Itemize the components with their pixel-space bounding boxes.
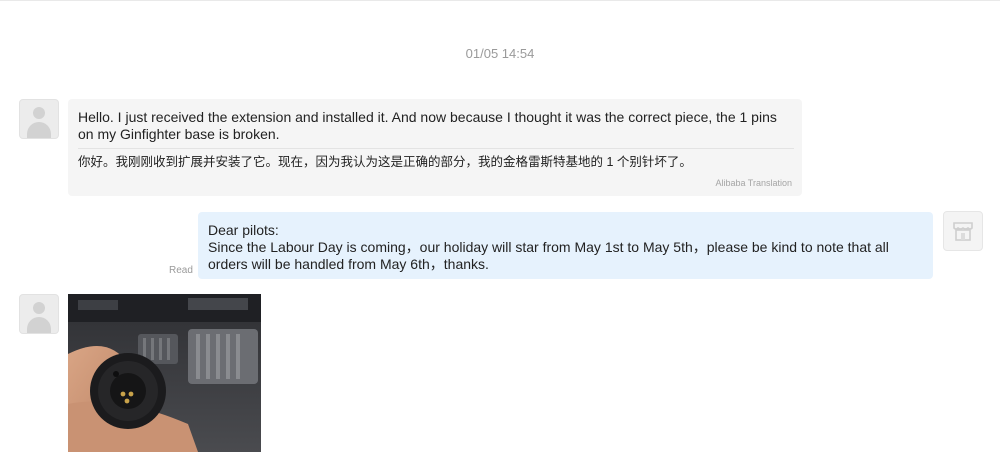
top-divider	[0, 0, 1000, 1]
image-message[interactable]	[68, 294, 261, 452]
outgoing-message-bubble[interactable]: Dear pilots: Since the Labour Day is com…	[198, 212, 933, 279]
message-text: Hello. I just received the extension and…	[78, 109, 777, 142]
translation-divider	[78, 148, 794, 149]
user-avatar-icon[interactable]	[19, 99, 59, 139]
incoming-message-bubble[interactable]: Hello. I just received the extension and…	[68, 99, 802, 196]
read-status: Read	[169, 265, 193, 276]
shop-store-icon[interactable]	[943, 211, 983, 251]
translation-source-label: Alibaba Translation	[715, 178, 792, 188]
user-avatar-icon[interactable]	[19, 294, 59, 334]
message-timestamp: 01/05 14:54	[465, 46, 535, 61]
message-line-greeting: Dear pilots:	[208, 222, 279, 238]
message-line-body: Since the Labour Day is coming，our holid…	[208, 239, 889, 272]
translated-message-text: 你好。我刚刚收到扩展并安装了它。现在，因为我认为这是正确的部分，我的金格雷斯特基…	[78, 155, 692, 169]
message-text: Dear pilots: Since the Labour Day is com…	[208, 222, 923, 273]
